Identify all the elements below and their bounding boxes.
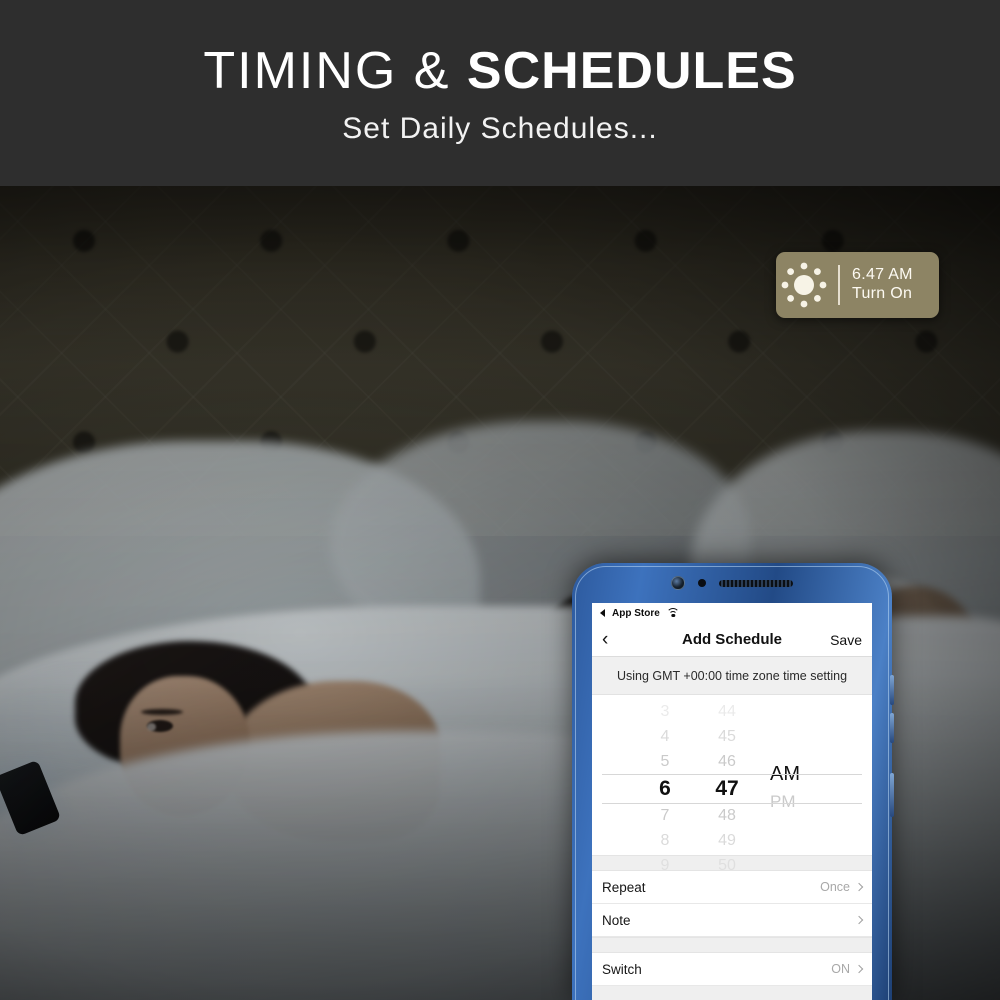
sun-icon	[776, 252, 838, 318]
row-note[interactable]: Note	[592, 904, 872, 937]
woman-eye-highlight	[147, 723, 156, 731]
badge-text: 6.47 AM Turn On	[840, 266, 913, 304]
row-switch[interactable]: Switch ON	[592, 953, 872, 986]
chevron-left-icon[interactable]: ‹	[602, 630, 608, 649]
hour-option[interactable]: 3	[634, 699, 696, 724]
hour-option[interactable]: 7	[634, 803, 696, 828]
hour-option[interactable]: 9	[634, 853, 696, 878]
chevron-right-icon	[854, 964, 864, 974]
meridiem-option	[770, 699, 830, 719]
badge-action: Turn On	[852, 285, 913, 302]
minute-option-selected[interactable]: 47	[696, 774, 758, 803]
schedule-badge: 6.47 AM Turn On	[776, 252, 939, 318]
hour-option-selected[interactable]: 6	[634, 774, 696, 803]
meridiem-option	[770, 814, 830, 834]
save-button[interactable]: Save	[830, 632, 862, 648]
badge-time: 6.47 AM	[852, 266, 913, 284]
back-triangle-icon[interactable]	[600, 609, 605, 617]
row-note-value-group	[850, 915, 864, 925]
minute-option[interactable]: 44	[696, 699, 758, 724]
minute-option[interactable]: 45	[696, 724, 758, 749]
meridiem-option	[770, 835, 830, 855]
meridiem-option	[770, 740, 830, 760]
nav-bar: ‹ Add Schedule Save	[592, 623, 872, 657]
row-repeat-label: Repeat	[602, 879, 646, 895]
earpiece-speaker-icon	[719, 579, 793, 587]
phone-top-bezel	[572, 563, 892, 603]
row-repeat-value-group: Once	[820, 880, 864, 894]
meridiem-option-selected[interactable]: AM	[770, 760, 830, 789]
meridiem-column[interactable]: AM PM	[758, 699, 830, 855]
wifi-icon	[666, 608, 680, 618]
hour-option[interactable]: 4	[634, 724, 696, 749]
volume-up-button[interactable]	[890, 675, 894, 705]
minute-option[interactable]: 50	[696, 853, 758, 878]
meridiem-option	[770, 719, 830, 739]
row-note-label: Note	[602, 912, 631, 928]
minute-option[interactable]: 49	[696, 828, 758, 853]
hour-option[interactable]: 5	[634, 749, 696, 774]
minute-column[interactable]: 44 45 46 47 48 49 50	[696, 699, 758, 874]
chevron-right-icon	[854, 882, 864, 892]
woman-eyebrow	[141, 709, 183, 715]
volume-down-button[interactable]	[890, 713, 894, 743]
badge-divider	[838, 265, 840, 305]
page-title: TIMING & SCHEDULES	[203, 41, 797, 100]
header-band: TIMING & SCHEDULES Set Daily Schedules..…	[0, 0, 1000, 186]
power-button[interactable]	[890, 773, 894, 817]
minute-option[interactable]: 46	[696, 749, 758, 774]
row-switch-value-group: ON	[831, 962, 864, 976]
smartphone-mockup: App Store ‹ Add Schedule Save Using GMT …	[572, 563, 894, 1000]
meridiem-option[interactable]: PM	[770, 789, 830, 814]
hour-option[interactable]: 8	[634, 828, 696, 853]
chevron-right-icon	[854, 915, 864, 925]
row-repeat-value: Once	[820, 880, 850, 894]
row-switch-value: ON	[831, 962, 850, 976]
status-bar-back-label[interactable]: App Store	[612, 608, 660, 619]
front-camera-icon	[671, 576, 685, 590]
page-title-bold: SCHEDULES	[466, 41, 797, 100]
time-picker[interactable]: 3 4 5 6 7 8 9 44 45 46 47 48 49 50 AM PM	[592, 695, 872, 874]
timezone-banner: Using GMT +00:00 time zone time setting	[592, 657, 872, 695]
section-separator-2	[592, 937, 872, 953]
minute-option[interactable]: 48	[696, 803, 758, 828]
row-switch-label: Switch	[602, 961, 642, 977]
hour-column[interactable]: 3 4 5 6 7 8 9	[634, 699, 696, 874]
status-bar: App Store	[592, 603, 872, 623]
page-subtitle: Set Daily Schedules...	[342, 112, 658, 146]
screen-bottom-area	[592, 986, 872, 1000]
proximity-sensor-icon	[698, 579, 706, 587]
phone-screen: App Store ‹ Add Schedule Save Using GMT …	[592, 603, 872, 1000]
page-title-light: TIMING &	[203, 41, 467, 100]
